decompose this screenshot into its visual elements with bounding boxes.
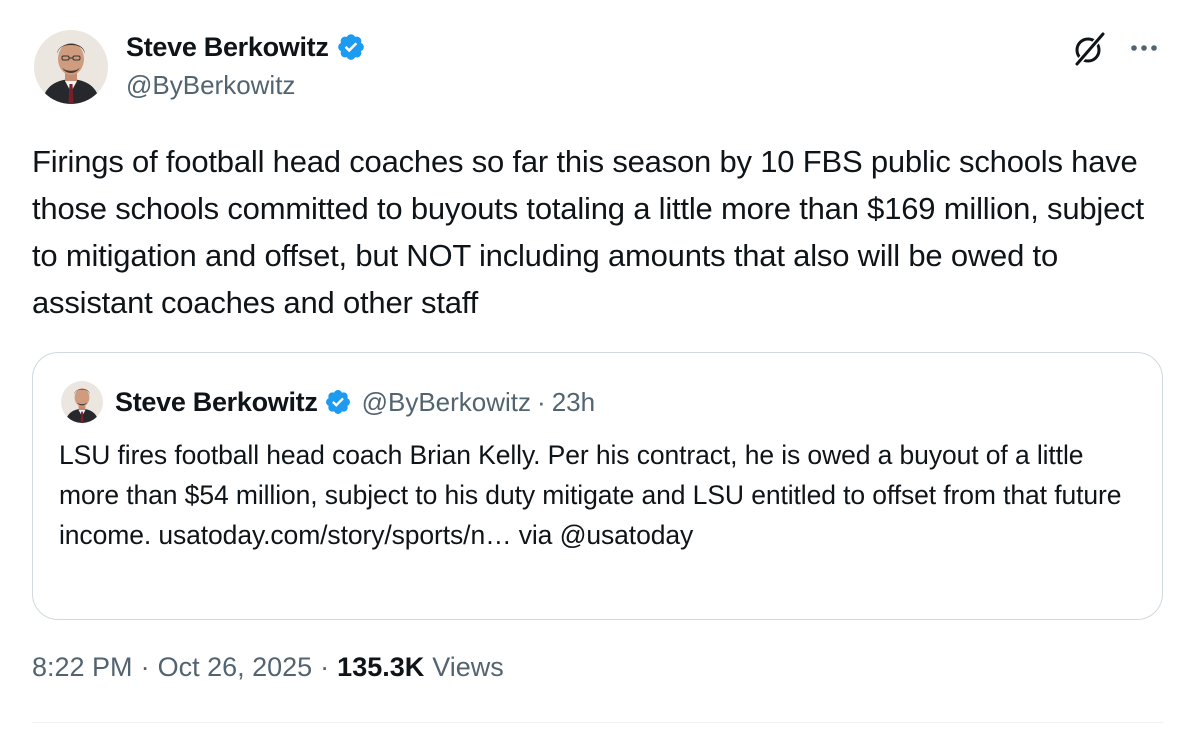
separator-dot: · (320, 652, 330, 682)
separator-dot: · (140, 652, 150, 682)
more-icon[interactable] (1126, 36, 1162, 60)
separator-dot: · (537, 386, 546, 417)
divider (32, 722, 1163, 723)
tweet-text: Firings of football head coaches so far … (32, 144, 1144, 320)
author-info: Steve Berkowitz @ByBerkowitz (126, 30, 366, 101)
quoted-author-name[interactable]: Steve Berkowitz (115, 387, 318, 418)
author-handle[interactable]: @ByBerkowitz (126, 70, 366, 101)
tweet-card: Steve Berkowitz @ByBerkowitz Firings of … (0, 0, 1198, 740)
quoted-timestamp[interactable]: 23h (552, 387, 595, 418)
author-avatar[interactable] (34, 30, 108, 104)
views-label: Views (432, 652, 504, 682)
tweet-date[interactable]: Oct 26, 2025 (158, 652, 313, 683)
author-name-row: Steve Berkowitz (126, 30, 366, 64)
quoted-author-avatar[interactable] (61, 381, 103, 423)
verified-badge-icon[interactable] (336, 32, 366, 62)
tweet-meta: 8:22 PM · Oct 26, 2025 · 135.3K Views (32, 652, 504, 683)
views-count: 135.3K (337, 652, 425, 682)
verified-badge-icon[interactable] (324, 388, 352, 416)
tweet-time[interactable]: 8:22 PM (32, 652, 133, 683)
grok-icon[interactable] (1070, 30, 1108, 68)
quoted-tweet[interactable]: Steve Berkowitz @ByBerkowitz · 23h LSU f… (32, 352, 1163, 620)
quoted-tweet-text: LSU fires football head coach Brian Kell… (59, 440, 1122, 550)
author-name[interactable]: Steve Berkowitz (126, 32, 329, 63)
quoted-tweet-header: Steve Berkowitz @ByBerkowitz · 23h (61, 379, 595, 425)
quoted-author-handle[interactable]: @ByBerkowitz (362, 387, 531, 418)
